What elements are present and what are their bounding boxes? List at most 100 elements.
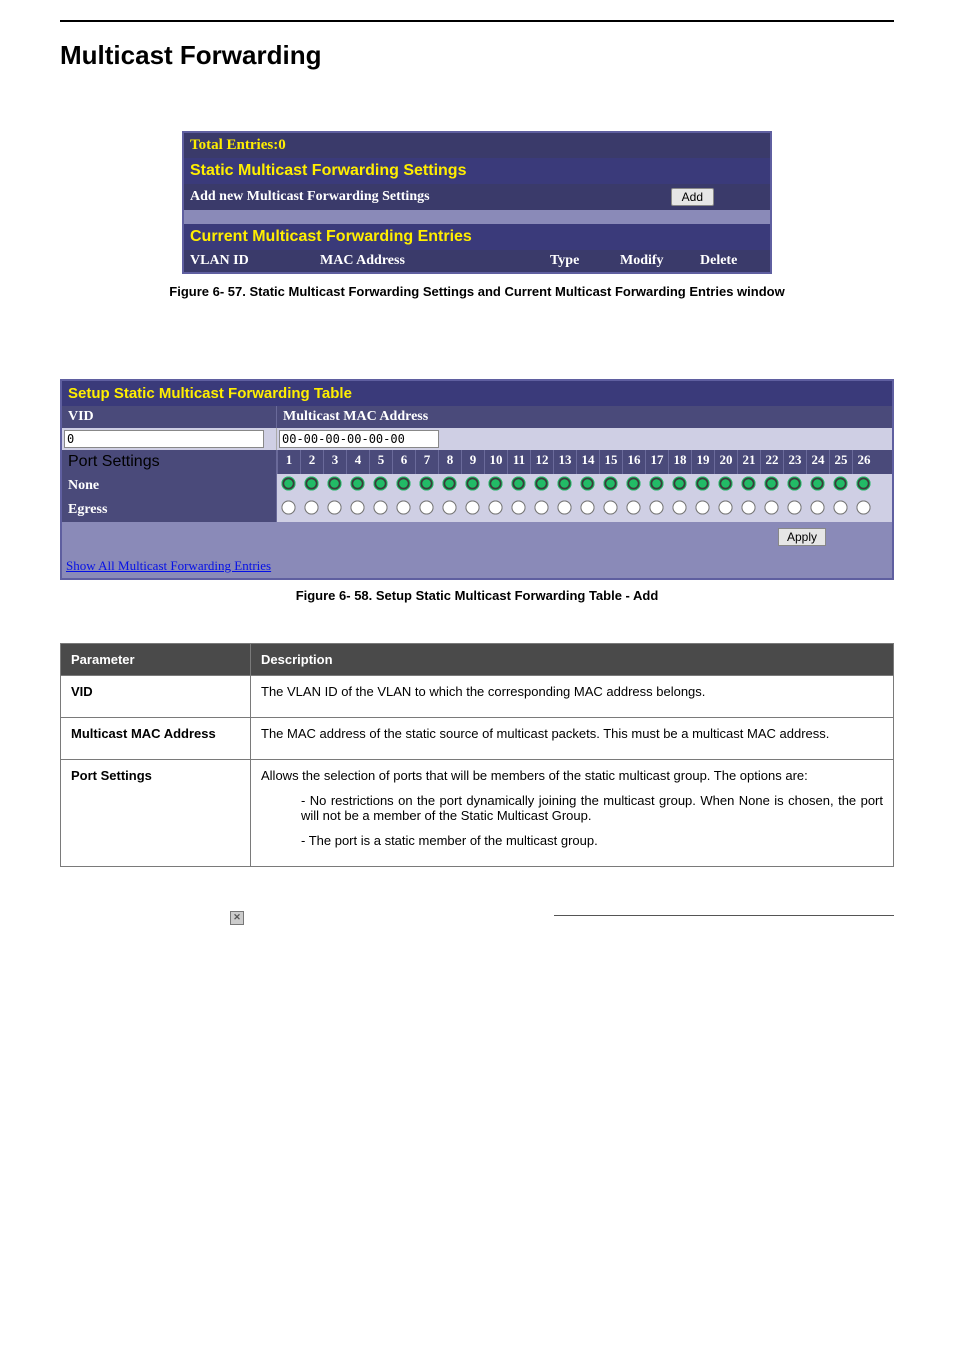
none-radio-port-14[interactable] [580, 476, 594, 490]
none-radio-port-21[interactable] [741, 476, 755, 490]
none-radio-port-10[interactable] [488, 476, 502, 490]
none-radio-cell-22 [760, 474, 783, 498]
none-radio-port-8[interactable] [442, 476, 456, 490]
port-col-3: 3 [323, 450, 346, 474]
port-col-1: 1 [277, 450, 300, 474]
none-radio-port-23[interactable] [787, 476, 801, 490]
none-radio-port-25[interactable] [833, 476, 847, 490]
egress-radio-port-24[interactable] [810, 500, 824, 514]
none-radio-cell-2 [300, 474, 323, 498]
param-desc-vid: The VLAN ID of the VLAN to which the cor… [261, 684, 883, 699]
egress-radio-cell-13 [553, 498, 576, 522]
egress-radio-port-26[interactable] [856, 500, 870, 514]
none-radio-port-24[interactable] [810, 476, 824, 490]
none-radio-port-6[interactable] [396, 476, 410, 490]
none-radio-cell-21 [737, 474, 760, 498]
egress-radio-port-14[interactable] [580, 500, 594, 514]
egress-radio-port-9[interactable] [465, 500, 479, 514]
egress-radio-port-13[interactable] [557, 500, 571, 514]
col-modify: Modify [618, 253, 698, 269]
egress-radio-port-3[interactable] [327, 500, 341, 514]
egress-radio-port-2[interactable] [304, 500, 318, 514]
mac-label: Multicast MAC Address [277, 406, 892, 428]
egress-radio-cell-4 [346, 498, 369, 522]
footer-rule [554, 915, 894, 916]
none-radio-port-13[interactable] [557, 476, 571, 490]
none-radio-port-18[interactable] [672, 476, 686, 490]
egress-radio-port-20[interactable] [718, 500, 732, 514]
col-delete: Delete [698, 253, 739, 269]
col-mac-address: MAC Address [318, 253, 548, 269]
none-radio-port-5[interactable] [373, 476, 387, 490]
none-radio-cell-17 [645, 474, 668, 498]
port-col-21: 21 [737, 450, 760, 474]
egress-radio-port-23[interactable] [787, 500, 801, 514]
none-radio-port-3[interactable] [327, 476, 341, 490]
param-header: Parameter [61, 644, 251, 676]
egress-radio-port-22[interactable] [764, 500, 778, 514]
none-radio-cell-1 [277, 474, 300, 498]
port-col-18: 18 [668, 450, 691, 474]
egress-radio-port-4[interactable] [350, 500, 364, 514]
egress-radio-cell-15 [599, 498, 622, 522]
col-vlan-id: VLAN ID [188, 253, 318, 269]
egress-radio-port-16[interactable] [626, 500, 640, 514]
none-radio-port-4[interactable] [350, 476, 364, 490]
egress-radio-port-15[interactable] [603, 500, 617, 514]
none-radio-cell-3 [323, 474, 346, 498]
egress-radio-port-17[interactable] [649, 500, 663, 514]
add-new-row: Add new Multicast Forwarding Settings Ad… [184, 184, 770, 210]
none-radio-port-22[interactable] [764, 476, 778, 490]
egress-radio-port-11[interactable] [511, 500, 525, 514]
egress-radio-port-7[interactable] [419, 500, 433, 514]
none-radio-cell-6 [392, 474, 415, 498]
egress-radio-port-1[interactable] [281, 500, 295, 514]
none-radio-port-16[interactable] [626, 476, 640, 490]
egress-radio-cell-12 [530, 498, 553, 522]
egress-radio-port-21[interactable] [741, 500, 755, 514]
vid-input[interactable] [64, 430, 264, 448]
apply-row: Apply [62, 522, 892, 552]
none-radio-port-26[interactable] [856, 476, 870, 490]
egress-radio-port-18[interactable] [672, 500, 686, 514]
none-radio-cell-12 [530, 474, 553, 498]
none-radio-port-19[interactable] [695, 476, 709, 490]
egress-radio-port-12[interactable] [534, 500, 548, 514]
port-col-23: 23 [783, 450, 806, 474]
egress-radio-cell-20 [714, 498, 737, 522]
egress-radio-cell-18 [668, 498, 691, 522]
none-radio-port-7[interactable] [419, 476, 433, 490]
none-radio-port-12[interactable] [534, 476, 548, 490]
parameter-table: Parameter Description VID The VLAN ID of… [60, 643, 894, 867]
egress-radio-port-25[interactable] [833, 500, 847, 514]
port-col-4: 4 [346, 450, 369, 474]
none-radio-port-20[interactable] [718, 476, 732, 490]
port-col-11: 11 [507, 450, 530, 474]
egress-radio-port-8[interactable] [442, 500, 456, 514]
egress-radio-port-10[interactable] [488, 500, 502, 514]
mac-input[interactable] [279, 430, 439, 448]
none-radio-port-15[interactable] [603, 476, 617, 490]
egress-row-label: Egress [62, 498, 277, 522]
param-note-egress: - The port is a static member of the mul… [261, 833, 883, 848]
apply-button[interactable]: Apply [778, 528, 826, 546]
egress-radio-port-19[interactable] [695, 500, 709, 514]
none-radio-cell-19 [691, 474, 714, 498]
none-radio-cell-4 [346, 474, 369, 498]
none-radio-port-17[interactable] [649, 476, 663, 490]
none-radio-port-2[interactable] [304, 476, 318, 490]
none-radio-port-9[interactable] [465, 476, 479, 490]
none-radio-cell-14 [576, 474, 599, 498]
egress-radio-port-5[interactable] [373, 500, 387, 514]
show-all-link[interactable]: Show All Multicast Forwarding Entries [66, 558, 271, 573]
page-title: Multicast Forwarding [60, 40, 894, 71]
add-new-label: Add new Multicast Forwarding Settings [190, 189, 430, 205]
port-col-10: 10 [484, 450, 507, 474]
port-col-5: 5 [369, 450, 392, 474]
none-radio-cell-9 [461, 474, 484, 498]
add-button[interactable]: Add [671, 188, 714, 206]
none-radio-port-11[interactable] [511, 476, 525, 490]
none-radio-port-1[interactable] [281, 476, 295, 490]
port-col-24: 24 [806, 450, 829, 474]
egress-radio-port-6[interactable] [396, 500, 410, 514]
